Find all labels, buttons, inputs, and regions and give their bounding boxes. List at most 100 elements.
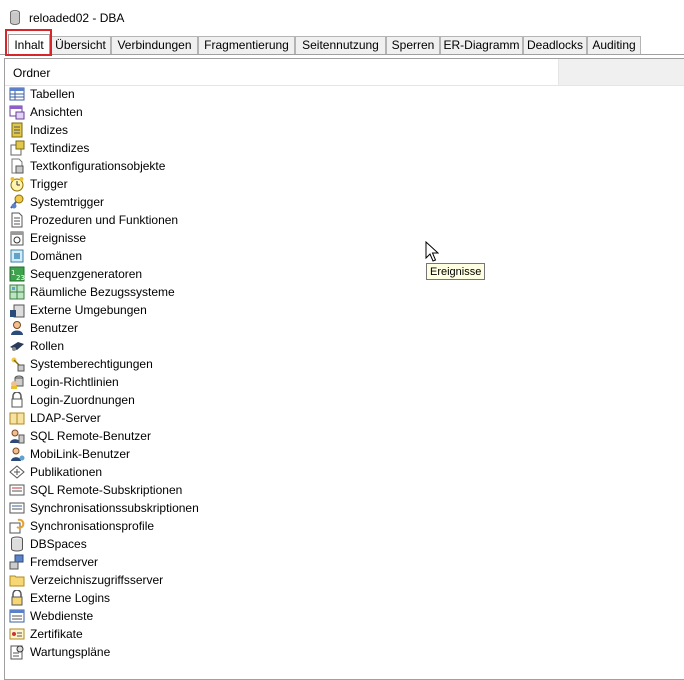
list-item-label: Textkonfigurationsobjekte — [30, 159, 166, 173]
list-item[interactable]: DBSpaces — [5, 535, 525, 553]
list-item-label: Textindizes — [30, 141, 90, 155]
list-item[interactable]: Externe Logins — [5, 589, 525, 607]
list-item-label: Fremdserver — [30, 555, 99, 569]
list-item-label: Externe Logins — [30, 591, 111, 605]
web-service-icon — [9, 609, 25, 623]
tab-deadlocks[interactable]: Deadlocks — [523, 36, 587, 54]
list-item-label: Benutzer — [30, 321, 79, 335]
remote-subscription-icon — [9, 484, 25, 496]
external-env-icon — [10, 304, 25, 318]
domain-icon — [10, 249, 24, 263]
list-item[interactable]: Zertifikate — [5, 625, 525, 643]
list-item[interactable]: Synchronisationsprofile — [5, 517, 525, 535]
list-item[interactable]: Publikationen — [5, 463, 525, 481]
tooltip: Ereignisse — [426, 263, 486, 280]
sequence-icon: 123 — [9, 266, 25, 282]
list-item[interactable]: Wartungspläne — [5, 643, 525, 661]
column-header: Ordner — [5, 59, 684, 86]
list-item[interactable]: Systemtrigger — [5, 193, 525, 211]
list-item[interactable]: Tabellen — [5, 85, 525, 103]
tab-uebersicht[interactable]: Übersicht — [50, 36, 111, 54]
tab-fragmentierung[interactable]: Fragmentierung — [198, 36, 295, 54]
window-title: reloaded02 - DBA — [29, 11, 125, 25]
list-item[interactable]: LDAP-Server — [5, 409, 525, 427]
list-item[interactable]: Externe Umgebungen — [5, 301, 525, 319]
table-icon — [9, 87, 25, 101]
dbspace-icon — [11, 536, 23, 552]
login-mapping-icon — [11, 392, 23, 408]
publication-icon — [9, 465, 25, 479]
list-item[interactable]: Ansichten — [5, 103, 525, 121]
list-item-label: Sequenzgeneratoren — [30, 267, 143, 281]
tab-strip-divider — [0, 54, 684, 55]
list-item-label: Prozeduren und Funktionen — [30, 213, 179, 227]
list-item[interactable]: Textkonfigurationsobjekte — [5, 157, 525, 175]
sync-profile-icon — [9, 518, 25, 534]
ldap-server-icon — [9, 412, 25, 425]
list-item[interactable]: Indizes — [5, 121, 525, 139]
tab-seitennutzung[interactable]: Seitennutzung — [295, 36, 386, 54]
list-item[interactable]: Synchronisationssubskriptionen — [5, 499, 525, 517]
list-item-label: LDAP-Server — [30, 411, 101, 425]
list-item-label: Tabellen — [30, 87, 75, 101]
view-icon — [9, 105, 25, 120]
list-item-label: Wartungspläne — [30, 645, 111, 659]
text-config-icon — [11, 158, 24, 174]
list-item-label: Synchronisationssubskriptionen — [30, 501, 199, 515]
list-item[interactable]: Webdienste — [5, 607, 525, 625]
list-item-label: SQL Remote-Subskriptionen — [30, 483, 183, 497]
database-icon — [10, 10, 20, 25]
user-icon — [11, 321, 23, 335]
spatial-icon — [9, 284, 25, 300]
tab-sperren[interactable]: Sperren — [386, 36, 440, 54]
list-item-label: Synchronisationsprofile — [30, 519, 155, 533]
list-item-label: Webdienste — [30, 609, 94, 623]
list-item-label: Ansichten — [30, 105, 83, 119]
list-item[interactable]: Verzeichniszugriffsserver — [5, 571, 525, 589]
remote-server-icon — [9, 554, 24, 570]
list-item[interactable]: Login-Zuordnungen — [5, 391, 525, 409]
tab-verbindungen[interactable]: Verbindungen — [111, 36, 198, 54]
list-item-label: Rollen — [30, 339, 65, 353]
list-item[interactable]: MobiLink-Benutzer — [5, 445, 525, 463]
tab-er-diagramm[interactable]: ER-Diagramm — [440, 36, 523, 54]
list-item-label: Indizes — [30, 123, 69, 137]
list-item[interactable]: Login-Richtlinien — [5, 373, 525, 391]
list-item-label: SQL Remote-Benutzer — [30, 429, 151, 443]
directory-server-icon — [9, 575, 25, 587]
list-item[interactable]: Textindizes — [5, 139, 525, 157]
login-policy-icon — [11, 375, 24, 389]
list-item[interactable]: Rollen — [5, 337, 525, 355]
list-item-label: Externe Umgebungen — [30, 303, 147, 317]
remote-user-icon — [10, 429, 25, 444]
list-item-label: Systemberechtigungen — [30, 357, 153, 371]
role-icon — [10, 342, 24, 351]
list-item[interactable]: Räumliche Bezugssysteme — [5, 283, 525, 301]
list-item[interactable]: SQL Remote-Benutzer — [5, 427, 525, 445]
list-item[interactable]: SQL Remote-Subskriptionen — [5, 481, 525, 499]
list-item[interactable]: Fremdserver — [5, 553, 525, 571]
index-icon — [11, 122, 23, 138]
folder-list-panel: Ordner Tabellen Ansichten Indizes Textindiz… — [4, 58, 684, 680]
list-item[interactable]: Prozeduren und Funktionen — [5, 211, 525, 229]
event-icon — [10, 231, 24, 246]
list-item[interactable]: Ereignisse — [5, 229, 525, 247]
list-item-label: Trigger — [30, 177, 68, 191]
list-item[interactable]: Systemberechtigungen — [5, 355, 525, 373]
list-item-label: Räumliche Bezugssysteme — [30, 285, 175, 299]
list-item-label: DBSpaces — [30, 537, 87, 551]
active-tab-highlight — [5, 29, 52, 56]
tab-strip: Inhalt Übersicht Verbindungen Fragmentie… — [0, 34, 684, 55]
list-item[interactable]: Trigger — [5, 175, 525, 193]
procedure-icon — [11, 212, 23, 228]
sync-subscription-icon — [9, 502, 25, 514]
list-item-label: Ereignisse — [30, 231, 87, 245]
svg-text:1: 1 — [11, 269, 15, 277]
tab-auditing[interactable]: Auditing — [587, 36, 641, 54]
list-item-label: Verzeichniszugriffsserver — [30, 573, 164, 587]
certificate-icon — [9, 628, 25, 640]
column-header-ordner[interactable]: Ordner — [13, 66, 50, 80]
list-item-label: Login-Zuordnungen — [30, 393, 135, 407]
list-item[interactable]: Benutzer — [5, 319, 525, 337]
system-trigger-icon — [10, 194, 24, 209]
